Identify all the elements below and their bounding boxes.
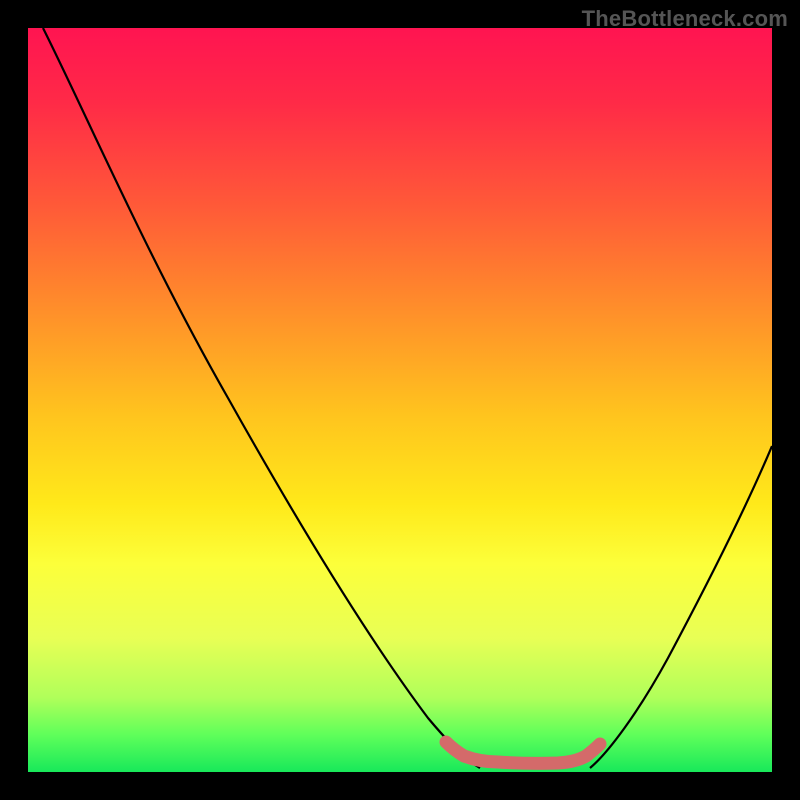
watermark-text: TheBottleneck.com (582, 6, 788, 32)
curve-right-branch (590, 446, 772, 768)
chart-frame: TheBottleneck.com (0, 0, 800, 800)
valley-flat-marker (446, 742, 600, 763)
curve-layer (28, 28, 772, 772)
curve-left-branch (43, 28, 480, 768)
plot-area (28, 28, 772, 772)
